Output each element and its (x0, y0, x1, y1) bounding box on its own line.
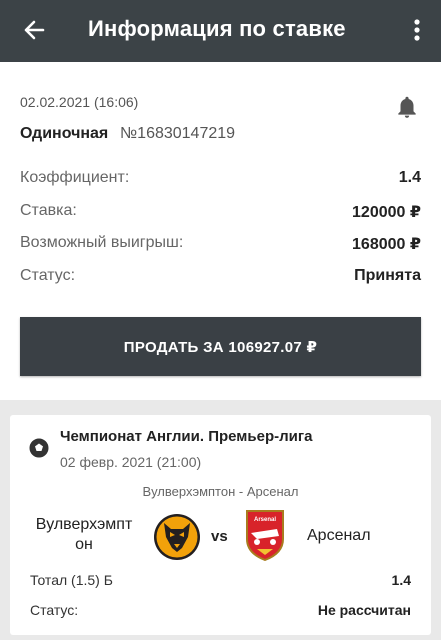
more-vert-icon (414, 19, 420, 41)
bet-datetime: 02.02.2021 (16:06) (20, 94, 139, 110)
match-date: 02 февр. 2021 (21:00) (60, 454, 202, 470)
league-name: Чемпионат Англии. Премьер-лига (60, 428, 313, 445)
bet-number: №16830147219 (120, 125, 236, 142)
stake-value: 120000 ₽ (352, 204, 421, 221)
app-bar: Информация по ставке (0, 0, 441, 62)
arsenal-logo-icon: Arsenal (246, 510, 284, 561)
arrow-left-icon (24, 20, 45, 40)
svg-text:Arsenal: Arsenal (254, 517, 276, 523)
match-title: Вулверхэмптон - Арсенал (142, 484, 299, 499)
bell-icon[interactable] (394, 94, 420, 120)
status-row: Статус: Принята (20, 267, 421, 287)
back-button[interactable] (14, 12, 54, 48)
possible-win-value: 168000 ₽ (352, 236, 421, 253)
possible-win-label: Возможный выигрыш: (20, 234, 184, 251)
status-value: Принята (354, 267, 421, 284)
event-card[interactable]: Чемпионат Англии. Премьер-лига 02 февр. … (10, 415, 431, 635)
event-status-label: Статус: (30, 602, 79, 618)
market-label: Тотал (1.5) Б (30, 572, 113, 588)
coefficient-value: 1.4 (398, 169, 421, 186)
market-odds: 1.4 (391, 572, 411, 588)
more-menu-button[interactable] (405, 12, 429, 48)
soccer-ball-icon (29, 438, 49, 458)
stake-row: Ставка: 120000 ₽ (20, 202, 421, 222)
sell-bet-button[interactable]: ПРОДАТЬ ЗА 106927.07 ₽ (20, 317, 421, 376)
versus-label: vs (211, 528, 228, 545)
page-title: Информация по ставке (88, 16, 346, 41)
coefficient-row: Коэффициент: 1.4 (20, 169, 421, 189)
event-status-value: Не рассчитан (317, 602, 411, 618)
status-label: Статус: (20, 267, 76, 284)
bet-type: Одиночная (20, 125, 109, 142)
stake-label: Ставка: (20, 202, 77, 219)
wolves-logo-icon (154, 514, 200, 560)
coefficient-label: Коэффициент: (20, 169, 130, 186)
possible-win-row: Возможный выигрыш: 168000 ₽ (20, 234, 421, 254)
away-team-name: Арсенал (307, 527, 371, 544)
bet-info-panel: 02.02.2021 (16:06) Одиночная №1683014721… (0, 62, 441, 400)
home-team-name: Вулверхэмпт он (35, 516, 133, 553)
